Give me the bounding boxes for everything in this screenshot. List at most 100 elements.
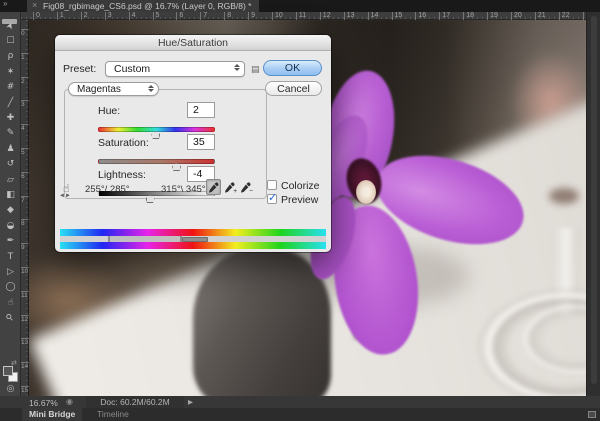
spectrum-bar-adjusted bbox=[60, 242, 326, 249]
photo-flower-center-highlight bbox=[356, 180, 376, 204]
document-tab-bar: » × Fig08_rgbimage_CS6.psd @ 16.7% (Laye… bbox=[0, 0, 600, 12]
gradient-tool[interactable]: ◧ bbox=[0, 187, 21, 202]
channel-dropdown[interactable]: Magentas bbox=[68, 82, 159, 96]
tab-mini-bridge[interactable]: Mini Bridge bbox=[22, 408, 82, 421]
preset-label: Preset: bbox=[63, 63, 96, 75]
colorize-checkbox[interactable] bbox=[267, 180, 277, 190]
eyedropper-button[interactable] bbox=[206, 179, 221, 195]
zoom-tool[interactable]: ⚲ bbox=[0, 310, 21, 325]
ruler-number: 7 bbox=[21, 196, 29, 204]
preset-options-icon[interactable]: ▤ bbox=[251, 64, 260, 75]
pen-tool[interactable]: ✒ bbox=[0, 233, 21, 248]
ruler-number: 3 bbox=[105, 12, 112, 20]
dodge-tool-icon: ◒ bbox=[7, 221, 15, 231]
cancel-button[interactable]: Cancel bbox=[265, 81, 322, 96]
hue-value-field[interactable]: 2 bbox=[187, 102, 215, 118]
move-tool[interactable]: ➤ bbox=[0, 18, 21, 33]
ruler-number: 20 bbox=[511, 12, 522, 20]
preview-checkbox[interactable]: ✓ bbox=[267, 194, 277, 204]
shape-tool[interactable]: ◯ bbox=[0, 280, 21, 295]
spectrum-bars bbox=[60, 229, 326, 249]
ruler-number: 3 bbox=[21, 100, 29, 108]
type-tool-icon: T bbox=[8, 252, 14, 262]
path-selection-tool[interactable]: ▷ bbox=[0, 264, 21, 279]
ruler-number: 10 bbox=[272, 12, 283, 20]
ruler-number: 11 bbox=[296, 12, 306, 20]
eyedropper-icon bbox=[208, 182, 219, 193]
zoom-level-field[interactable]: 16.67% bbox=[29, 398, 58, 408]
ruler-number: 21 bbox=[535, 12, 546, 20]
range-readout-right: 315°\ 345° bbox=[161, 184, 206, 195]
spectrum-bar-original bbox=[60, 229, 326, 236]
hue-saturation-dialog: Hue/Saturation Preset: Custom ▤ OK Cance… bbox=[55, 35, 331, 252]
document-tab[interactable]: × Fig08_rgbimage_CS6.psd @ 16.7% (Layer … bbox=[27, 0, 259, 12]
saturation-label: Saturation: bbox=[98, 137, 149, 149]
clone-stamp-tool[interactable]: ♟ bbox=[0, 141, 21, 156]
healing-brush-tool[interactable]: ✚ bbox=[0, 110, 21, 125]
eyedropper-add-button[interactable]: + bbox=[222, 179, 237, 195]
colorize-label: Colorize bbox=[281, 180, 320, 192]
marquee-tool[interactable]: ☐ bbox=[0, 33, 21, 48]
preset-dropdown[interactable]: Custom bbox=[105, 61, 245, 77]
preview-label: Preview bbox=[281, 194, 318, 206]
ruler-number: 2 bbox=[81, 12, 88, 20]
range-readout-left: 255°/ 285° bbox=[85, 184, 130, 195]
ruler-number: 22 bbox=[559, 12, 570, 20]
ok-button[interactable]: OK bbox=[263, 60, 322, 76]
tab-close-icon[interactable]: × bbox=[32, 0, 37, 11]
path-selection-tool-icon: ▷ bbox=[7, 267, 14, 277]
ruler-number: 13 bbox=[344, 12, 355, 20]
blur-tool[interactable]: ◆ bbox=[0, 203, 21, 218]
eyedropper-tool[interactable]: ╱ bbox=[0, 95, 21, 110]
ruler-number: 7 bbox=[200, 12, 207, 20]
brush-tool[interactable]: ✎ bbox=[0, 126, 21, 141]
vertical-scrollbar[interactable] bbox=[591, 16, 597, 384]
photo-glass-detail bbox=[549, 188, 579, 204]
type-tool[interactable]: T bbox=[0, 249, 21, 264]
hand-tool[interactable]: ☝ bbox=[0, 295, 21, 310]
ruler-number: 5 bbox=[153, 12, 160, 20]
dodge-tool[interactable]: ◒ bbox=[0, 218, 21, 233]
panel-options-icon[interactable] bbox=[588, 411, 596, 418]
magic-wand-tool[interactable]: ✶ bbox=[0, 64, 21, 79]
ruler-number: 12 bbox=[21, 315, 29, 323]
saturation-value-field[interactable]: 35 bbox=[187, 134, 215, 150]
stepper-arrows-icon bbox=[234, 64, 240, 71]
history-brush-tool[interactable]: ↺ bbox=[0, 157, 21, 172]
ruler-number: 8 bbox=[21, 219, 29, 227]
hue-range-selection[interactable] bbox=[182, 237, 208, 242]
ruler-number: 10 bbox=[21, 267, 29, 275]
bottom-panel-tab-bar: Mini Bridge Timeline bbox=[0, 408, 600, 421]
status-menu-arrow-icon[interactable]: ▶ bbox=[188, 398, 193, 406]
ruler-number: 2 bbox=[21, 77, 29, 85]
eraser-tool[interactable]: ▱ bbox=[0, 172, 21, 187]
crop-tool-icon: # bbox=[7, 82, 15, 92]
panel-collapse-icon[interactable]: » bbox=[3, 0, 7, 9]
quick-mask-button[interactable]: ◎ bbox=[0, 384, 21, 394]
saturation-slider[interactable] bbox=[98, 159, 215, 164]
photoshop-window: » × Fig08_rgbimage_CS6.psd @ 16.7% (Laye… bbox=[0, 0, 600, 421]
stepper-arrows-icon bbox=[148, 85, 154, 92]
ruler-number: 18 bbox=[463, 12, 474, 20]
status-badge-icon: ◉ bbox=[66, 397, 73, 406]
ruler-number: 1 bbox=[21, 53, 29, 61]
brush-tool-icon: ✎ bbox=[7, 128, 15, 138]
pen-tool-icon: ✒ bbox=[7, 236, 15, 246]
status-bar: 16.67% ◉ Doc: 60.2M/60.2M ▶ bbox=[0, 396, 600, 408]
minus-mod: − bbox=[249, 189, 253, 195]
eyedropper-subtract-button[interactable]: − bbox=[238, 179, 253, 195]
ruler-number: 5 bbox=[21, 148, 29, 156]
ruler-number: 9 bbox=[21, 243, 29, 251]
foreground-color-swatch[interactable] bbox=[3, 366, 13, 376]
tab-timeline[interactable]: Timeline bbox=[90, 408, 136, 421]
document-size-readout[interactable]: Doc: 60.2M/60.2M bbox=[86, 396, 184, 408]
hue-slider[interactable] bbox=[98, 127, 215, 132]
ruler-number: 16 bbox=[415, 12, 426, 20]
ruler-number: 11 bbox=[21, 291, 29, 299]
crop-tool[interactable]: # bbox=[0, 80, 21, 95]
ruler-number: 15 bbox=[392, 12, 403, 20]
hue-label: Hue: bbox=[98, 105, 120, 117]
lasso-tool[interactable]: ρ bbox=[0, 49, 21, 64]
ruler-number: 8 bbox=[224, 12, 231, 20]
document-tab-title: Fig08_rgbimage_CS6.psd @ 16.7% (Layer 0,… bbox=[43, 1, 251, 11]
